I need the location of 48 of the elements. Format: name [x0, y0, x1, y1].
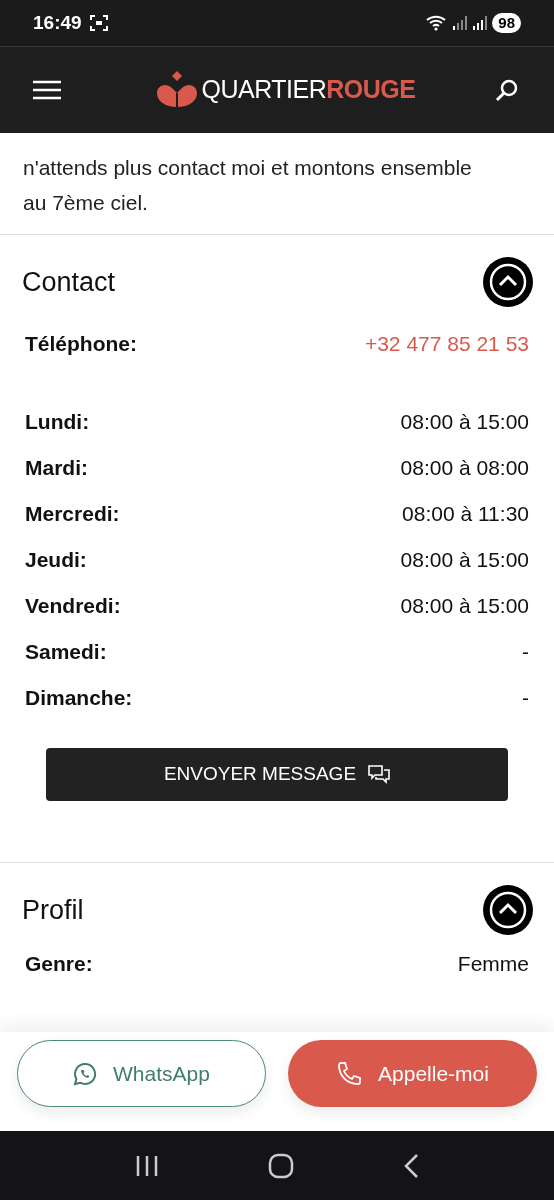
hours-text: 08:00 à 15:00	[400, 547, 529, 574]
hours-text: -	[522, 639, 529, 666]
hours-text: 08:00 à 08:00	[400, 455, 529, 482]
signal-icon	[472, 15, 489, 31]
recents-icon	[134, 1153, 159, 1178]
description-text: au 7ème ciel.	[23, 190, 149, 216]
logo-icon	[154, 71, 199, 109]
phone-icon	[336, 1060, 363, 1087]
battery-level: 98	[492, 13, 521, 33]
field-label: Genre:	[25, 951, 93, 978]
chat-bubble-icon	[73, 1061, 98, 1086]
day-label: Jeudi:	[25, 547, 87, 574]
chevron-icon	[489, 263, 527, 301]
search-icon	[495, 78, 519, 102]
status-time: 16:49	[33, 10, 82, 35]
send-message-button[interactable]: ENVOYER MESSAGE	[46, 748, 508, 801]
back-button[interactable]	[403, 1152, 420, 1179]
day-label: Mardi:	[25, 455, 88, 482]
collapse-button[interactable]	[483, 257, 533, 307]
signal-icon	[452, 15, 469, 31]
menu-button[interactable]	[33, 79, 61, 101]
logo-text: QUARTIERROUGE	[201, 74, 416, 106]
call-button[interactable]: Appelle-moi	[288, 1040, 537, 1107]
back-icon	[403, 1152, 420, 1179]
field-label: Téléphone:	[25, 331, 137, 358]
menu-icon	[33, 80, 61, 100]
screenshot-icon	[89, 14, 108, 32]
phone-link[interactable]: +32 477 85 21 53	[364, 328, 529, 360]
chat-icon	[368, 764, 391, 785]
day-label: Samedi:	[25, 639, 107, 666]
hours-text: 08:00 à 15:00	[400, 409, 529, 436]
day-label: Lundi:	[25, 409, 90, 436]
collapse-button[interactable]	[483, 885, 533, 935]
hours-text: 08:00 à 11:30	[402, 501, 529, 528]
recents-button[interactable]	[134, 1153, 159, 1178]
chevron-icon	[489, 891, 527, 929]
day-label: Mercredi:	[25, 501, 120, 528]
hours-text: 08:00 à 15:00	[400, 593, 529, 620]
field-value: Femme	[457, 951, 529, 978]
home-button[interactable]	[268, 1152, 294, 1179]
description-text: n'attends plus contact moi et montons ensemble	[23, 155, 473, 181]
home-icon	[268, 1152, 294, 1179]
day-label: Dimanche:	[25, 685, 133, 712]
whatsapp-button[interactable]: WhatsApp	[17, 1040, 266, 1107]
section-title: Contact	[22, 265, 116, 299]
hours-text: -	[522, 685, 529, 712]
section-title: Profil	[22, 893, 84, 927]
day-label: Vendredi:	[25, 593, 121, 620]
